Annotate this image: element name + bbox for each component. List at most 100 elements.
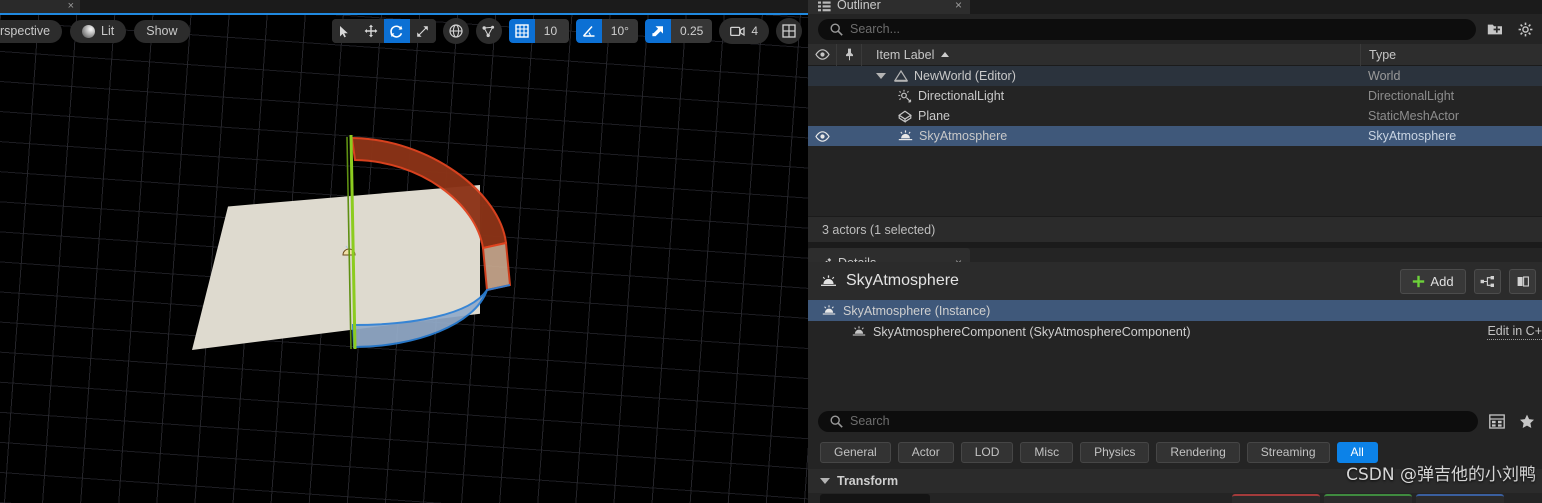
surface-snap-icon[interactable]: [475, 18, 502, 44]
show-flags-button[interactable]: Show: [134, 19, 190, 43]
outliner-settings-gear-icon[interactable]: [1514, 18, 1536, 40]
component-tree: SkyAtmosphere (Instance) SkyAtmosphereCo…: [808, 300, 1542, 384]
table-row[interactable]: DirectionalLight DirectionalLight: [808, 86, 1542, 106]
filter-general[interactable]: General: [820, 441, 891, 463]
search-icon: [830, 22, 843, 36]
blueprint-hierarchy-icon[interactable]: [1474, 268, 1501, 294]
angle-snap-value[interactable]: 10°: [601, 19, 638, 43]
grid-snap-value[interactable]: 10: [534, 19, 569, 43]
plus-icon: [1413, 275, 1425, 287]
location-x-field[interactable]: [1232, 494, 1320, 503]
filter-all[interactable]: All: [1336, 441, 1378, 463]
row-label-text: SkyAtmosphere: [919, 129, 1008, 143]
row-type: StaticMeshActor: [1368, 109, 1460, 123]
favorites-star-icon[interactable]: [1516, 410, 1538, 432]
filter-rendering[interactable]: Rendering: [1156, 441, 1240, 463]
view-mode-label: Lit: [101, 24, 115, 38]
view-mode-lit-button[interactable]: Lit: [70, 19, 127, 43]
move-icon[interactable]: [357, 19, 384, 43]
show-flags-label: Show: [146, 24, 178, 38]
details-search-input[interactable]: Search: [818, 410, 1478, 432]
list-item[interactable]: SkyAtmosphereComponent (SkyAtmosphereCom…: [808, 321, 1542, 342]
sort-ascending-icon: [941, 52, 950, 57]
tab-outliner[interactable]: Outliner ×: [808, 0, 970, 14]
rotation-gizmo[interactable]: [320, 125, 540, 350]
filter-physics[interactable]: Physics: [1080, 441, 1150, 463]
visibility-eye-icon: [814, 130, 830, 142]
filter-streaming[interactable]: Streaming: [1246, 441, 1330, 463]
grid-snap-icon[interactable]: [508, 19, 535, 43]
world-icon: [894, 70, 908, 82]
row-label-text: Plane: [918, 109, 950, 123]
page-title: SkyAtmosphere: [820, 272, 959, 290]
column-header-type[interactable]: Type: [1360, 43, 1542, 66]
scale-icon[interactable]: [409, 19, 436, 43]
location-y-field[interactable]: [1324, 494, 1412, 503]
filter-misc[interactable]: Misc: [1020, 441, 1074, 463]
column-header-item-label[interactable]: Item Label: [862, 44, 1360, 66]
close-icon[interactable]: ×: [955, 0, 962, 12]
filter-actor[interactable]: Actor: [897, 441, 954, 463]
details-options-icon[interactable]: [1509, 268, 1536, 294]
sky-atmosphere-icon: [898, 130, 913, 141]
add-component-button[interactable]: Add: [1400, 268, 1466, 294]
details-search-placeholder: Search: [850, 414, 890, 428]
outliner-panel: Search... Item Label Type NewWorld (Edit…: [808, 14, 1542, 242]
outliner-rows: NewWorld (Editor) World DirectionalLight…: [808, 66, 1542, 218]
viewport-pane: × rspective Lit Show 10 10° 0.25 4: [0, 0, 808, 503]
chevron-down-icon[interactable]: [876, 73, 886, 79]
close-icon[interactable]: ×: [68, 1, 74, 12]
coordinate-space-globe-icon[interactable]: [442, 18, 469, 44]
edit-in-cpp-link[interactable]: Edit in C+: [1487, 324, 1542, 340]
chevron-down-icon[interactable]: [820, 478, 830, 484]
column-type-text: Type: [1369, 47, 1397, 62]
visibility-eye-icon[interactable]: [808, 44, 836, 66]
lit-sphere-icon: [82, 24, 96, 38]
right-pane: Outliner × Search... Item Label Type New…: [808, 0, 1542, 503]
row-type: World: [1368, 69, 1401, 83]
camera-icon: [730, 26, 745, 36]
row-visibility-toggle[interactable]: [808, 130, 836, 142]
transform-property-row: [808, 493, 1542, 503]
sky-atmosphere-icon: [822, 305, 836, 315]
component-label: SkyAtmosphereComponent (SkyAtmosphereCom…: [873, 324, 1191, 339]
viewport-tab[interactable]: ×: [0, 0, 80, 13]
table-row[interactable]: NewWorld (Editor) World: [808, 66, 1542, 86]
property-matrix-icon[interactable]: [1486, 410, 1508, 432]
list-item[interactable]: SkyAtmosphere (Instance): [808, 300, 1542, 321]
viewport-canvas[interactable]: [0, 15, 808, 503]
details-title-text: SkyAtmosphere: [846, 272, 959, 289]
add-folder-icon[interactable]: [1484, 18, 1506, 40]
angle-snap-icon[interactable]: [575, 19, 602, 43]
scale-snap-icon[interactable]: [644, 19, 671, 43]
column-item-label-text: Item Label: [876, 47, 935, 62]
add-button-label: Add: [1430, 273, 1454, 289]
location-z-field[interactable]: [1416, 494, 1504, 503]
viewport-toolbar: rspective Lit Show 10 10° 0.25 4: [0, 15, 808, 47]
section-transform[interactable]: Transform: [808, 469, 1542, 493]
pin-icon[interactable]: [836, 43, 862, 66]
viewport-layout-icon[interactable]: [776, 18, 802, 44]
search-icon: [830, 414, 843, 428]
row-label: SkyAtmosphere: [862, 129, 1360, 143]
select-arrow-icon[interactable]: [331, 19, 358, 43]
rotate-icon[interactable]: [383, 19, 410, 43]
details-search-row: Search: [808, 406, 1542, 436]
gizmo-arc-roll: [351, 284, 511, 349]
camera-speed-value: 4: [751, 24, 758, 38]
camera-speed-button[interactable]: 4: [719, 18, 769, 44]
component-child-row: SkyAtmosphereComponent (SkyAtmosphereCom…: [808, 325, 1191, 339]
viewport-tabstrip: ×: [0, 0, 808, 13]
gizmo-arc-pitch: [350, 136, 508, 250]
details-tabstrip: Details ×: [808, 248, 1542, 272]
filter-lod[interactable]: LOD: [960, 441, 1014, 463]
row-label-text: DirectionalLight: [918, 89, 1005, 103]
view-perspective-button[interactable]: rspective: [0, 19, 63, 43]
row-label-text: NewWorld (Editor): [914, 69, 1016, 83]
row-label: DirectionalLight: [862, 89, 1360, 103]
table-row[interactable]: SkyAtmosphere SkyAtmosphere: [808, 126, 1542, 146]
scale-snap-value[interactable]: 0.25: [670, 19, 713, 43]
table-row[interactable]: Plane StaticMeshActor: [808, 106, 1542, 126]
outliner-search-input[interactable]: Search...: [818, 18, 1476, 40]
tab-outliner-label: Outliner: [837, 0, 881, 12]
